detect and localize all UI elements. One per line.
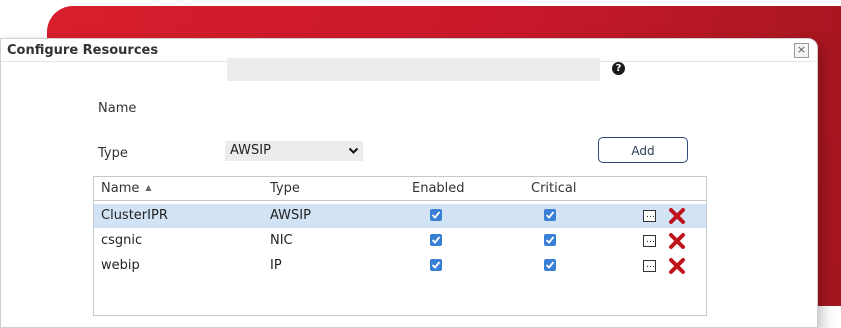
name-input[interactable] (227, 58, 600, 81)
row-name: csgnic (101, 233, 143, 248)
edit-icon[interactable]: … (643, 210, 656, 222)
close-icon: × (796, 43, 807, 56)
help-icon[interactable]: ? (612, 62, 625, 75)
checkmark-icon (431, 211, 441, 219)
column-header-type[interactable]: Type (270, 181, 300, 196)
table-row[interactable]: webip IP … (94, 254, 706, 278)
enabled-checkbox[interactable] (430, 209, 442, 221)
critical-checkbox[interactable] (544, 209, 556, 221)
name-label: Name (98, 101, 137, 116)
table-header: Name ▲ Type Enabled Critical (94, 177, 706, 201)
dialog-title: Configure Resources (7, 43, 159, 58)
enabled-checkbox[interactable] (430, 259, 442, 271)
chevron-down-icon (348, 147, 359, 154)
add-button[interactable]: Add (598, 137, 688, 163)
row-type: IP (270, 258, 282, 273)
table-row[interactable]: ClusterIPR AWSIP … (94, 204, 706, 228)
type-select-value: AWSIP (230, 143, 271, 158)
row-type: AWSIP (270, 208, 311, 223)
row-name: webip (101, 258, 140, 273)
table-row[interactable]: csgnic NIC … (94, 229, 706, 253)
checkmark-icon (545, 236, 555, 244)
type-select[interactable]: AWSIP (225, 141, 363, 161)
critical-checkbox[interactable] (544, 234, 556, 246)
delete-icon[interactable] (668, 257, 686, 275)
critical-checkbox[interactable] (544, 259, 556, 271)
checkmark-icon (431, 236, 441, 244)
checkmark-icon (545, 261, 555, 269)
column-header-critical[interactable]: Critical (531, 181, 576, 196)
column-header-enabled[interactable]: Enabled (412, 181, 465, 196)
edit-icon[interactable]: … (643, 260, 656, 272)
close-button[interactable]: × (794, 43, 809, 58)
column-header-name[interactable]: Name ▲ (101, 181, 152, 196)
delete-icon[interactable] (668, 207, 686, 225)
edit-icon[interactable]: … (643, 235, 656, 247)
sort-ascending-icon: ▲ (145, 183, 152, 192)
enabled-checkbox[interactable] (430, 234, 442, 246)
row-name: ClusterIPR (101, 208, 168, 223)
resources-table: Name ▲ Type Enabled Critical ClusterIPR A… (93, 176, 707, 316)
column-header-name-label: Name (101, 181, 140, 196)
checkmark-icon (545, 211, 555, 219)
type-label: Type (98, 146, 128, 161)
checkmark-icon (431, 261, 441, 269)
row-type: NIC (270, 233, 293, 248)
delete-icon[interactable] (668, 232, 686, 250)
